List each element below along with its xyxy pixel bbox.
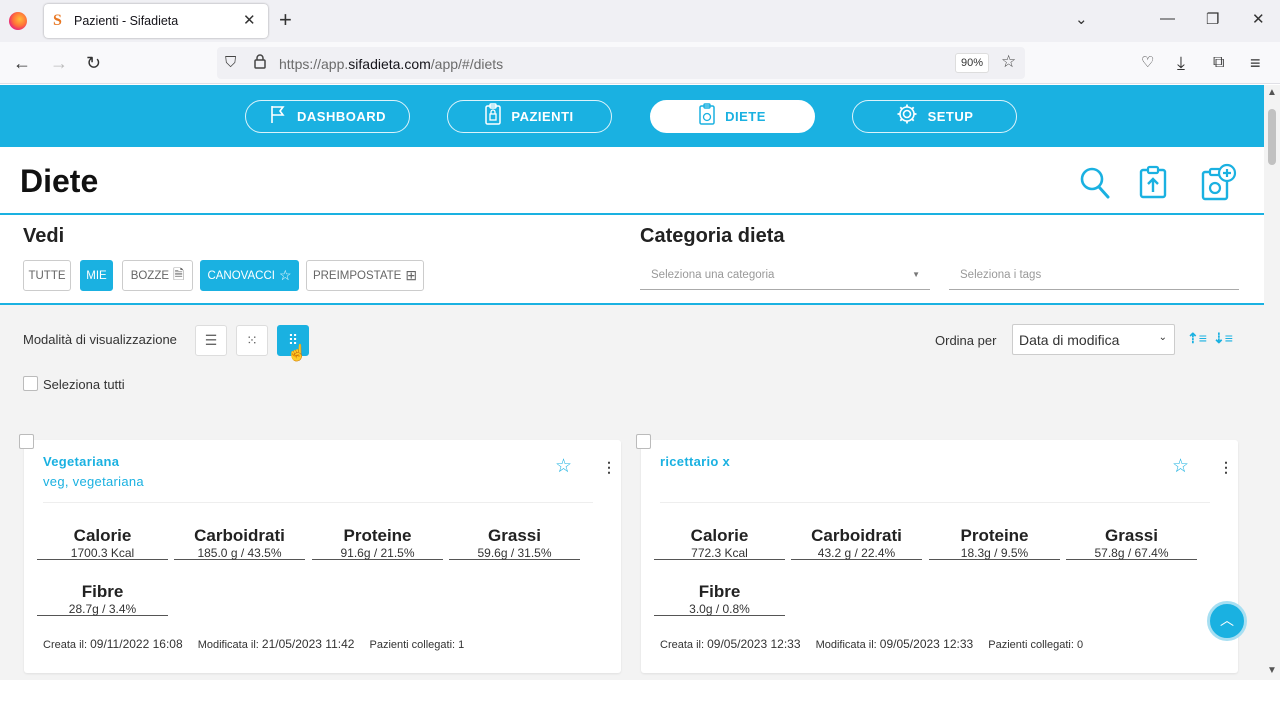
bookmark-star-icon[interactable]: ☆ (1001, 52, 1016, 72)
card-title[interactable]: ricettario x (660, 454, 730, 469)
tab-title: Pazienti - Sifadieta (74, 14, 179, 28)
filter-bar: Vedi TUTTE MIE BOZZE 🗎 CANOVACCI ☆ PREIMPO… (0, 215, 1264, 305)
sort-descending-icon[interactable]: ⇣≡ (1213, 330, 1233, 347)
nav-setup[interactable]: SETUP (852, 100, 1017, 133)
filter-canovacci-button[interactable]: CANOVACCI ☆ (200, 260, 299, 291)
list-view-button[interactable]: ☰ (195, 325, 227, 356)
filter-bozze-button[interactable]: BOZZE 🗎 (122, 260, 193, 291)
card-title[interactable]: Vegetariana (43, 454, 119, 469)
nav-diete[interactable]: DIETE (650, 100, 815, 133)
dots-grid-icon: ⁙ (246, 332, 258, 348)
more-vertical-icon[interactable]: ⋮ (602, 460, 616, 474)
downloads-icon[interactable]: ⤓ (1177, 51, 1185, 75)
scroll-up-arrow-icon[interactable]: ▲ (1267, 87, 1277, 98)
zoom-level[interactable]: 90% (955, 53, 989, 73)
nutrient-fibre: Fibre 28.7g / 3.4% (37, 582, 168, 616)
extensions-icon[interactable]: ⧉ (1213, 51, 1224, 75)
favorite-star-icon[interactable]: ☆ (1172, 457, 1189, 477)
view-mode-label: Modalità di visualizzazione (23, 332, 177, 347)
select-all-label: Seleziona tutti (43, 377, 125, 392)
tracking-shield-icon[interactable]: ⛉ (225, 54, 236, 71)
close-tab-icon[interactable]: ✕ (243, 11, 256, 29)
address-bar[interactable]: ⛉ https://app.sifadieta.com/app/#/diets … (217, 47, 1025, 79)
filter-mie-button[interactable]: MIE (80, 260, 113, 291)
scroll-to-top-button[interactable]: ︿ (1207, 601, 1247, 641)
nutrient-fibre: Fibre 3.0g / 0.8% (654, 582, 785, 616)
card-subtitle: veg, vegetariana (43, 474, 144, 489)
menu-icon[interactable]: ≡ (1250, 51, 1261, 75)
page-header: Diete (0, 147, 1264, 215)
browser-tab-bar: S Pazienti - Sifadieta ✕ + ⌄ — ❐ ✕ (0, 0, 1280, 42)
divider (660, 502, 1210, 503)
page-content: DASHBOARD PAZIENTI DIETE SETUP Diete Ved… (0, 85, 1264, 680)
select-all-checkbox[interactable] (23, 376, 38, 391)
tags-select[interactable]: Seleziona i tags (949, 260, 1239, 290)
caret-down-icon: ▼ (912, 270, 920, 279)
favorite-star-icon[interactable]: ☆ (555, 457, 572, 477)
clipboard-lock-icon (485, 103, 502, 130)
nutrient-carboidrati: Carboidrati 185.0 g / 43.5% (174, 526, 305, 560)
list-tabs-icon[interactable]: ⌄ (1075, 10, 1088, 28)
firefox-icon[interactable] (9, 12, 27, 30)
star-icon: ☆ (278, 267, 292, 283)
category-select[interactable]: Seleziona una categoria ▼ (640, 260, 930, 290)
bottom-blank-area (0, 680, 1280, 720)
pocket-icon[interactable]: ♡ (1141, 51, 1154, 75)
new-tab-icon[interactable]: + (279, 8, 292, 32)
reload-icon[interactable]: ↻ (86, 51, 101, 75)
clipboard-apple-icon (699, 103, 715, 130)
more-vertical-icon[interactable]: ⋮ (1219, 460, 1233, 474)
card-meta: Creata il: 09/05/2023 12:33 Modificata i… (660, 637, 1084, 651)
diet-card[interactable]: Vegetariana veg, vegetariana ☆ ⋮ Calorie… (19, 434, 621, 673)
divider (43, 502, 593, 503)
scroll-down-arrow-icon[interactable]: ▼ (1267, 665, 1277, 676)
list-icon: ☰ (204, 332, 218, 348)
card-meta: Creata il: 09/11/2022 16:08 Modificata i… (43, 637, 465, 651)
forward-icon[interactable]: → (50, 51, 68, 75)
chevron-up-icon: ︿ (1220, 612, 1234, 628)
url-text[interactable]: https://app.sifadieta.com/app/#/diets (279, 56, 503, 72)
chevron-down-icon: ⌄ (1158, 332, 1167, 343)
page-scrollbar[interactable]: ▲ ▼ (1264, 85, 1280, 680)
upload-diet-icon[interactable] (1139, 165, 1167, 204)
grid-view-button[interactable]: ⁙ (236, 325, 268, 356)
nutrient-proteine: Proteine 91.6g / 21.5% (312, 526, 443, 560)
scrollbar-thumb[interactable] (1268, 109, 1276, 165)
add-diet-icon[interactable] (1201, 163, 1237, 206)
back-icon[interactable]: ← (13, 51, 31, 75)
gear-icon (896, 103, 918, 130)
document-icon: 🗎 (173, 265, 185, 282)
hand-cursor-icon: ☝ (287, 345, 307, 362)
card-checkbox[interactable] (636, 434, 651, 449)
nutrient-carboidrati: Carboidrati 43.2 g / 22.4% (791, 526, 922, 560)
lock-icon[interactable] (253, 53, 267, 73)
grid-icon: ⊞ (405, 267, 418, 283)
nav-pazienti[interactable]: PAZIENTI (447, 100, 612, 133)
nav-dashboard[interactable]: DASHBOARD (245, 100, 410, 133)
filter-tutte-button[interactable]: TUTTE (23, 260, 71, 291)
flag-icon (269, 104, 287, 129)
main-nav: DASHBOARD PAZIENTI DIETE SETUP (0, 85, 1264, 147)
vedi-title: Vedi (23, 225, 65, 247)
sort-label: Ordina per (935, 333, 997, 348)
window-close-icon[interactable]: ✕ (1252, 10, 1265, 28)
card-checkbox[interactable] (19, 434, 34, 449)
nutrient-grassi: Grassi 57.8g / 67.4% (1066, 526, 1197, 560)
nutrient-calorie: Calorie 1700.3 Kcal (37, 526, 168, 560)
nutrient-calorie: Calorie 772.3 Kcal (654, 526, 785, 560)
nutrient-proteine: Proteine 18.3g / 9.5% (929, 526, 1060, 560)
minimize-icon[interactable]: — (1160, 10, 1175, 27)
nutrient-grassi: Grassi 59.6g / 31.5% (449, 526, 580, 560)
filter-preimpostate-button[interactable]: PREIMPOSTATE ⊞ (306, 260, 424, 291)
sort-ascending-icon[interactable]: ⇡≡ (1187, 330, 1207, 347)
browser-tab[interactable]: S Pazienti - Sifadieta ✕ (44, 4, 268, 38)
page-title: Diete (20, 163, 99, 199)
restore-icon[interactable]: ❐ (1206, 10, 1219, 28)
sifadieta-favicon-icon: S (53, 12, 62, 29)
category-title: Categoria dieta (640, 225, 785, 247)
diet-card[interactable]: ricettario x ☆ ⋮ Calorie 772.3 Kcal Carbo… (636, 434, 1238, 673)
search-icon[interactable] (1080, 167, 1110, 204)
sort-select[interactable]: Data di modifica ⌄ (1012, 324, 1175, 355)
browser-nav-bar: ← → ↻ ⛉ https://app.sifadieta.com/app/#/… (0, 42, 1280, 84)
